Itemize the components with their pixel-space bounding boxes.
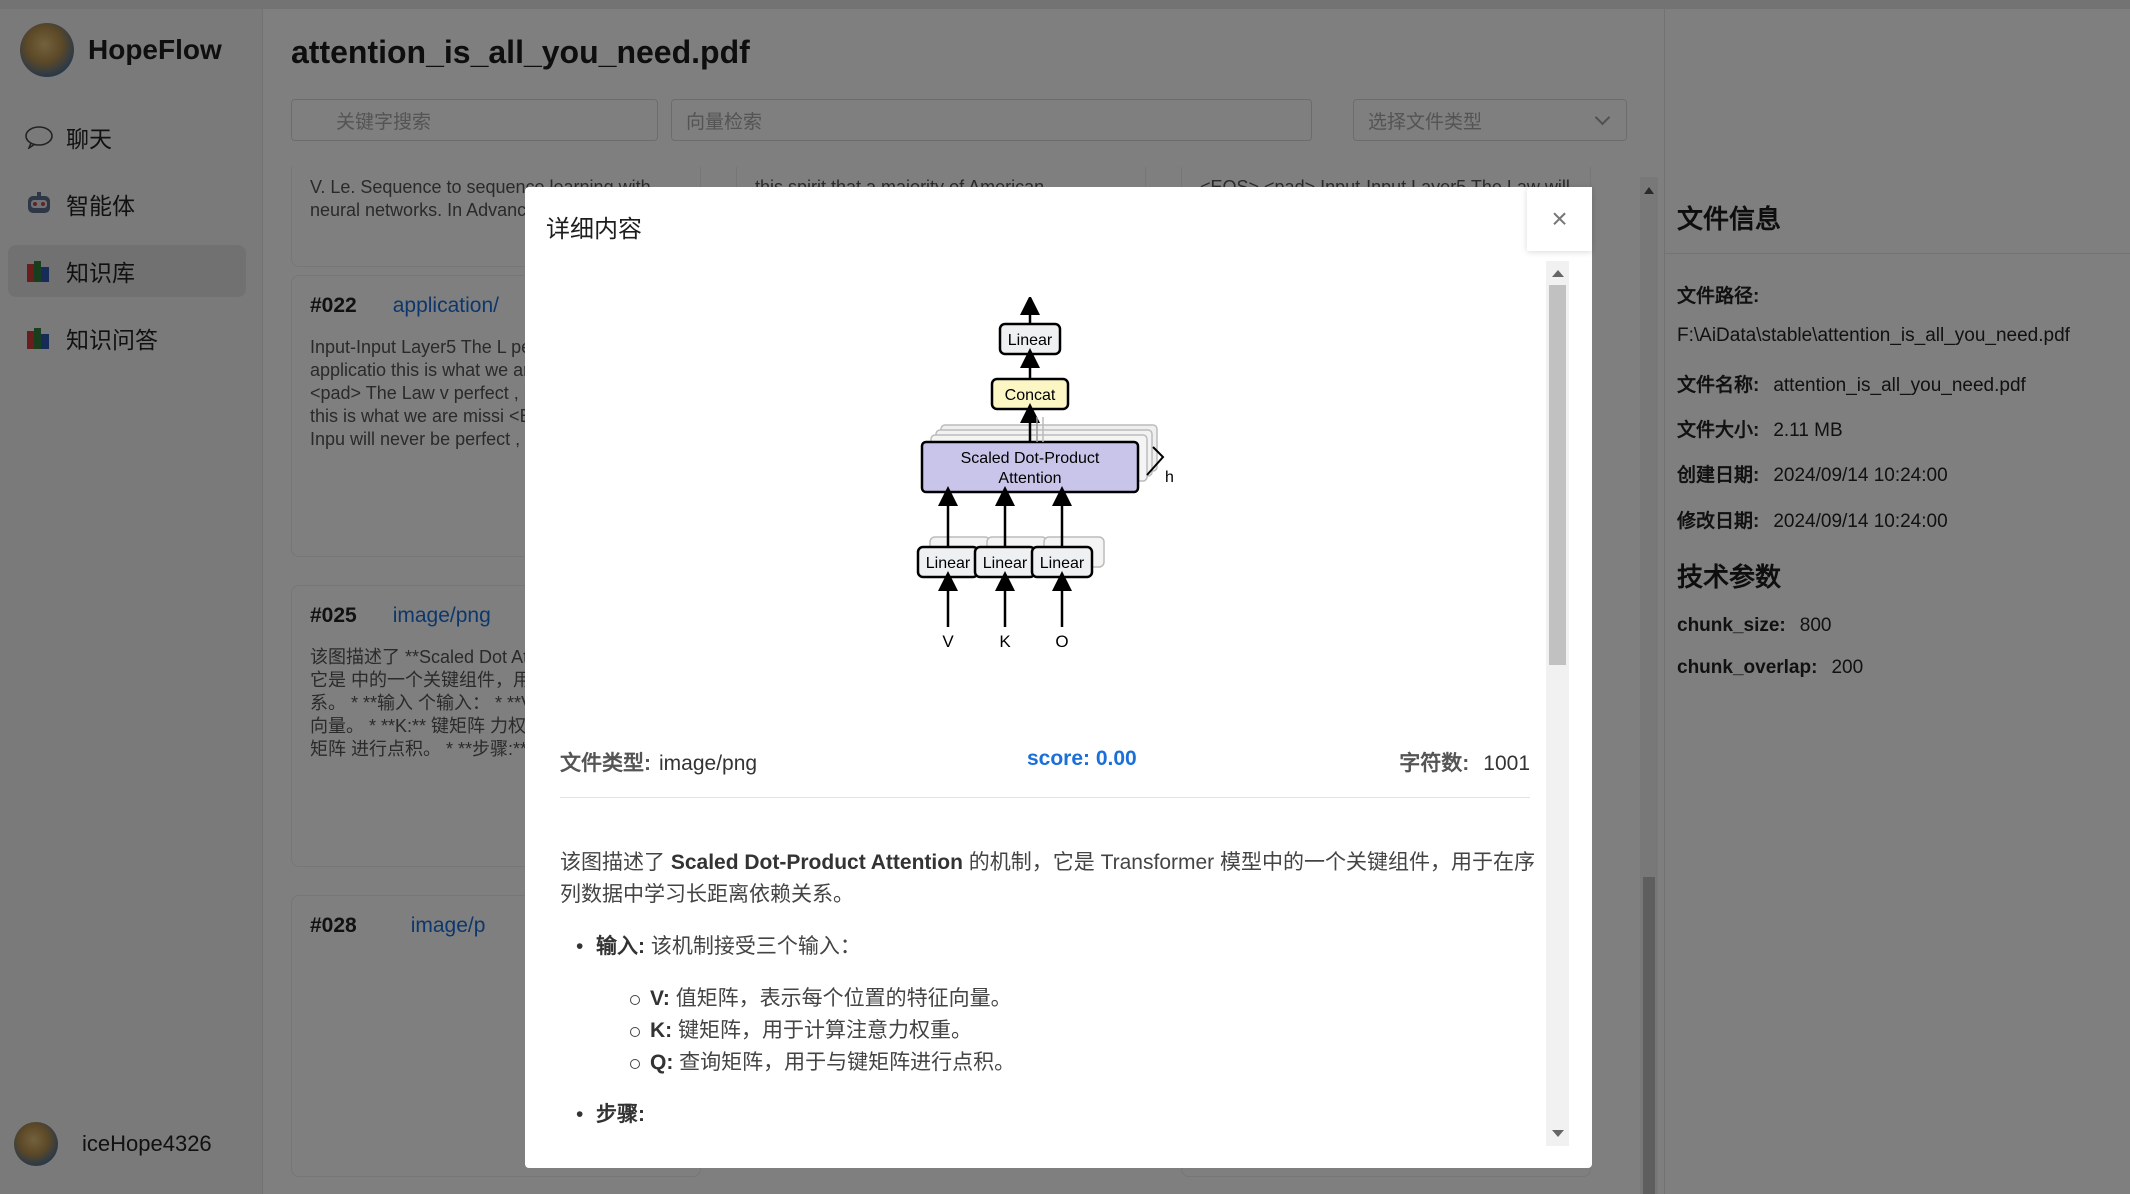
chunk-content: 该图描述了 Scaled Dot-Product Attention 的机制，它… (560, 847, 1535, 1131)
modal-title: 详细内容 (546, 216, 642, 243)
linear-k-label: Linear (983, 555, 1028, 572)
sdpa-label-line1: Scaled Dot-Product (961, 450, 1100, 467)
list-item: 输入: 该机制接受三个输入： (576, 931, 1535, 963)
score-meta: score: 0.00 (1027, 747, 1137, 770)
content-paragraph: 该图描述了 Scaled Dot-Product Attention 的机制，它… (560, 851, 1535, 906)
list-item: Q: 查询矩阵，用于与键矩阵进行点积。 (630, 1047, 1535, 1079)
list-item: K: 键矩阵，用于计算注意力权重。 (630, 1015, 1535, 1047)
linear-q-label: Linear (1040, 555, 1085, 572)
scroll-up-arrow-icon[interactable] (1552, 270, 1564, 277)
scrollbar-thumb[interactable] (1549, 285, 1566, 665)
attention-diagram: Scaled Dot-Product Attention h Concat Li… (916, 297, 1174, 647)
linear-top-label: Linear (1008, 332, 1053, 349)
file-type-meta: 文件类型: image/png (560, 752, 758, 775)
modal-scrollbar[interactable] (1546, 261, 1569, 1146)
list-item: V: 值矩阵，表示每个位置的特征向量。 (630, 983, 1535, 1015)
divider (560, 797, 1530, 798)
char-count-meta: 字符数: 1001 (1399, 752, 1530, 775)
concat-label: Concat (1005, 387, 1056, 404)
list-item: 步骤: (576, 1099, 1535, 1131)
linear-v-label: Linear (926, 555, 971, 572)
scroll-down-arrow-icon[interactable] (1552, 1130, 1564, 1137)
h-label: h (1165, 469, 1174, 486)
detail-modal: 详细内容 × Scaled Dot-Product Attention h Co… (525, 187, 1592, 1168)
sub-list: V: 值矩阵，表示每个位置的特征向量。 K: 键矩阵，用于计算注意力权重。 Q:… (560, 983, 1535, 1079)
close-icon: × (1551, 203, 1568, 234)
sdpa-label-line2: Attention (998, 470, 1061, 487)
input-q-label: Q (1055, 632, 1068, 647)
chunk-meta-row: 文件类型: image/png score: 0.00 字符数: 1001 (560, 747, 1530, 787)
input-v-label: V (942, 632, 954, 647)
input-k-label: K (999, 632, 1011, 647)
close-button[interactable]: × (1527, 187, 1592, 251)
